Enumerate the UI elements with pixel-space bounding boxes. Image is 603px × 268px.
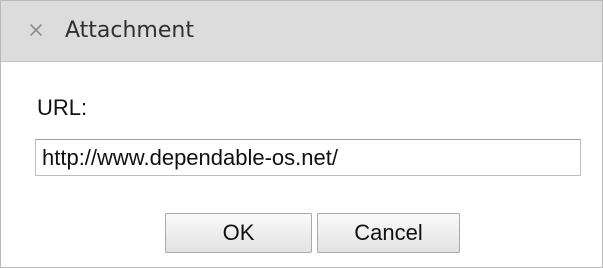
url-label: URL: <box>37 95 88 120</box>
url-input[interactable] <box>35 139 581 176</box>
close-icon[interactable] <box>28 22 44 38</box>
cancel-button[interactable]: Cancel <box>317 213 460 253</box>
ok-button[interactable]: OK <box>165 213 312 253</box>
dialog-title: Attachment <box>65 18 194 43</box>
attachment-dialog: Attachment URL: OK Cancel <box>0 0 603 268</box>
dialog-titlebar: Attachment <box>1 1 602 62</box>
